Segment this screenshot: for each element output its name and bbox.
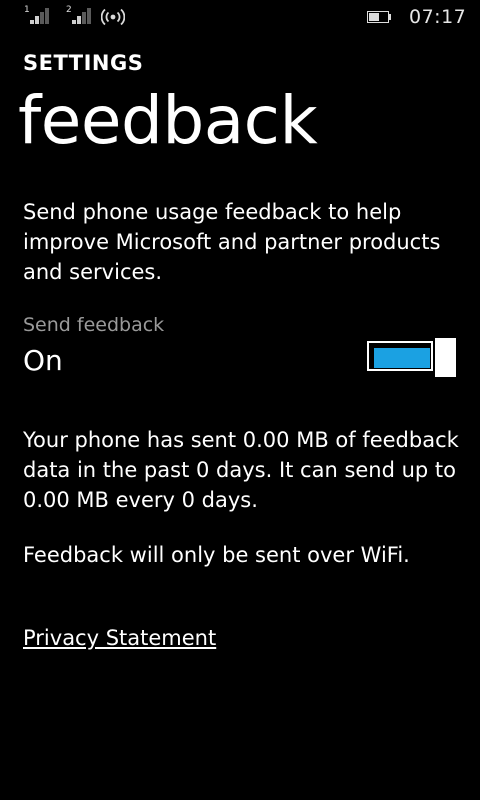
app-title: SETTINGS bbox=[23, 51, 144, 75]
toggle-fill bbox=[374, 348, 430, 368]
status-bar: 1 2 07:17 bbox=[0, 0, 480, 34]
page-title: feedback bbox=[18, 82, 318, 159]
signal-sim1-icon: 1 bbox=[24, 6, 58, 28]
send-feedback-label: Send feedback bbox=[23, 314, 165, 336]
toggle-thumb bbox=[435, 338, 456, 377]
feedback-description: Send phone usage feedback to help improv… bbox=[23, 200, 441, 284]
sim1-label: 1 bbox=[24, 5, 30, 15]
send-feedback-toggle[interactable] bbox=[367, 338, 457, 377]
status-time: 07:17 bbox=[409, 6, 467, 28]
usage-summary: Your phone has sent 0.00 MB of feedback … bbox=[23, 428, 459, 512]
send-feedback-state: On bbox=[23, 344, 63, 377]
battery-icon bbox=[367, 11, 393, 23]
signal-sim2-icon: 2 bbox=[66, 6, 100, 28]
wifi-icon bbox=[101, 8, 125, 26]
sim2-label: 2 bbox=[66, 5, 72, 15]
toggle-track bbox=[367, 341, 433, 371]
wifi-note: Feedback will only be sent over WiFi. bbox=[23, 543, 410, 567]
privacy-statement-link[interactable]: Privacy Statement bbox=[23, 626, 216, 650]
